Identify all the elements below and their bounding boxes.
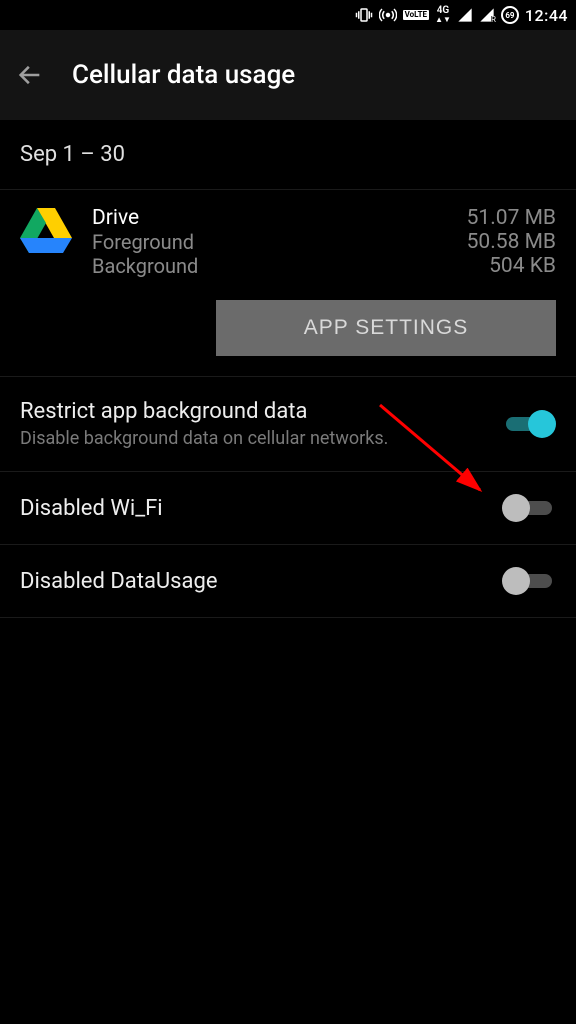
setting-restrict-background[interactable]: Restrict app background data Disable bac… [0,377,576,471]
background-value: 504 KB [489,254,556,278]
signal-roaming-icon: R [479,7,495,23]
setting-disabled-datausage[interactable]: Disabled DataUsage [0,545,576,617]
clock: 12:44 [525,6,568,25]
network-4g-label: 4G ▲▼ [435,6,451,24]
toggle-disabled-wifi[interactable] [502,494,556,522]
app-settings-button[interactable]: APP SETTINGS [216,300,556,356]
date-range: Sep 1 – 30 [0,120,576,189]
background-label: Background [92,254,198,278]
setting-title: Restrict app background data [20,399,388,424]
app-name: Drive [92,206,139,230]
page-title: Cellular data usage [72,60,295,90]
back-button[interactable] [12,57,48,93]
status-bar: VoLTE 4G ▲▼ R 69 12:44 [0,0,576,30]
toggle-disabled-datausage[interactable] [502,567,556,595]
volte-badge: VoLTE [403,10,429,20]
app-total-usage: 51.07 MB [467,206,556,230]
toggle-restrict-background[interactable] [502,410,556,438]
signal-icon [457,7,473,23]
drive-app-icon [20,206,72,254]
hotspot-icon [379,6,397,24]
app-usage-block: Drive 51.07 MB Foreground 50.58 MB Backg… [0,190,576,376]
setting-title: Disabled DataUsage [20,569,218,594]
battery-indicator: 69 [501,6,519,24]
foreground-label: Foreground [92,230,194,254]
app-bar: Cellular data usage [0,30,576,120]
setting-disabled-wifi[interactable]: Disabled Wi_Fi [0,472,576,544]
vibrate-icon [355,6,373,24]
foreground-value: 50.58 MB [467,230,556,254]
setting-subtitle: Disable background data on cellular netw… [20,428,388,449]
setting-title: Disabled Wi_Fi [20,496,163,521]
